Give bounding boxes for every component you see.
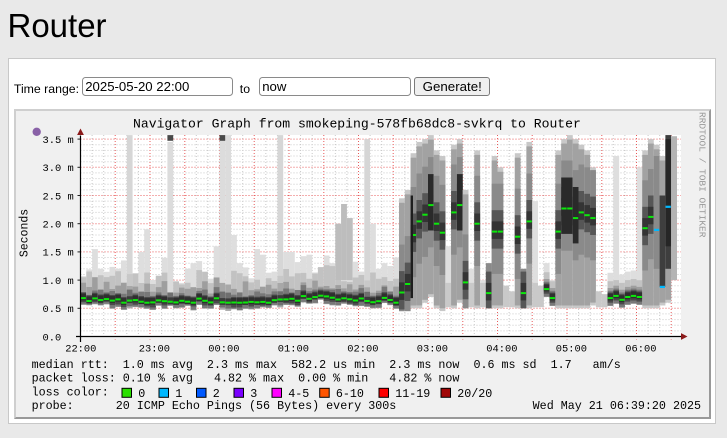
svg-text:00:00: 00:00 — [208, 344, 239, 356]
svg-text:03:00: 03:00 — [417, 344, 448, 356]
svg-text:packet loss: 0.10 % avg 4.82: packet loss: 0.10 % avg 4.82 % max 0.00 … — [32, 372, 460, 386]
svg-text:Wed May 21 06:39:20 2025: Wed May 21 06:39:20 2025 — [533, 399, 701, 413]
svg-text:01:00: 01:00 — [278, 344, 309, 356]
svg-text:2.0 m: 2.0 m — [43, 220, 74, 232]
svg-text:23:00: 23:00 — [139, 344, 170, 356]
svg-text:02:00: 02:00 — [347, 344, 378, 356]
svg-text:20/20: 20/20 — [457, 387, 492, 401]
svg-text:3.5 m: 3.5 m — [43, 135, 74, 147]
svg-text:0.5 m: 0.5 m — [43, 304, 74, 316]
svg-text:05:00: 05:00 — [556, 344, 587, 356]
svg-text:1.0 m: 1.0 m — [43, 276, 74, 288]
svg-text:04:00: 04:00 — [486, 344, 517, 356]
svg-text:Navigator Graph from smokeping: Navigator Graph from smokeping-578fb68dc… — [133, 117, 581, 132]
svg-text:RRDTOOL / TOBI OETIKER: RRDTOOL / TOBI OETIKER — [697, 112, 708, 238]
svg-text:22:00: 22:00 — [65, 344, 96, 356]
svg-text:1.5 m: 1.5 m — [43, 248, 74, 260]
svg-text:2.5 m: 2.5 m — [43, 191, 74, 203]
svg-text:3.0 m: 3.0 m — [43, 163, 74, 175]
svg-text:06:00: 06:00 — [625, 344, 656, 356]
svg-text:median rtt: 1.0 ms avg 2.3 m: median rtt: 1.0 ms avg 2.3 ms max 582.2 … — [32, 358, 621, 372]
svg-text:11-19: 11-19 — [395, 387, 430, 401]
svg-text:loss color:: loss color: — [32, 385, 109, 399]
svg-text:Seconds: Seconds — [19, 209, 32, 257]
svg-text:0.0: 0.0 — [43, 332, 62, 344]
svg-text:probe: 20 ICMP Echo Pings: probe: 20 ICMP Echo Pings (56 Bytes) eve… — [32, 399, 397, 413]
